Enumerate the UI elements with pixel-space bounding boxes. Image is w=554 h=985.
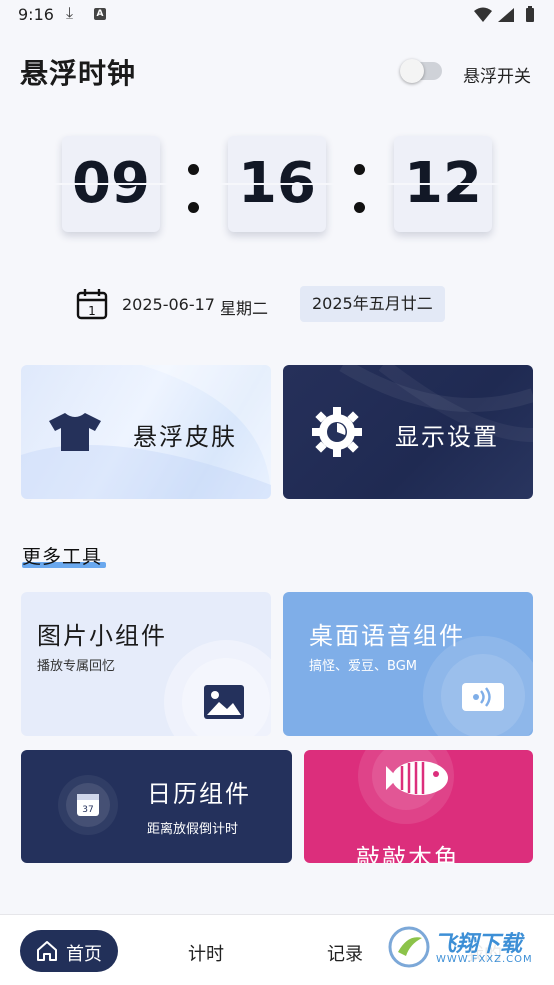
clock-seconds: 12 xyxy=(386,136,500,232)
calendar-icon: 1 xyxy=(76,289,108,320)
clock-colon xyxy=(187,158,201,218)
float-skin-card[interactable]: 悬浮皮肤 xyxy=(21,365,271,499)
signal-icon xyxy=(498,8,514,22)
nav-timer[interactable]: 计时 xyxy=(188,940,224,966)
photo-widget-subtitle: 播放专属回忆 xyxy=(37,659,116,674)
watermark-url: WWW.FXXZ.COM xyxy=(436,954,533,965)
voice-widget-subtitle: 搞怪、爱豆、BGM xyxy=(309,659,417,674)
voice-widget-card[interactable]: 桌面语音组件 搞怪、爱豆、BGM xyxy=(283,592,533,736)
status-time: 9:16 xyxy=(18,5,54,24)
watermark-logo-icon xyxy=(388,926,430,968)
page-title: 悬浮时钟 xyxy=(20,57,137,90)
home-icon xyxy=(37,941,57,961)
nav-records[interactable]: 记录 xyxy=(327,940,363,966)
notification-badge-icon: A xyxy=(94,8,106,20)
calendar-day: 1 xyxy=(88,304,96,318)
nav-home-label: 首页 xyxy=(66,944,102,965)
wooden-fish-title: 敲敲木鱼 xyxy=(356,844,460,863)
image-icon xyxy=(204,685,244,719)
clock-minutes: 16 xyxy=(220,136,334,232)
status-icons xyxy=(474,6,534,22)
clock-hours: 09 xyxy=(54,136,168,232)
float-toggle[interactable] xyxy=(400,59,442,83)
voice-icon xyxy=(462,683,504,711)
display-settings-card[interactable]: 显示设置 xyxy=(283,365,533,499)
more-tools-title: 更多工具 xyxy=(22,546,103,568)
wooden-fish-icon xyxy=(386,761,448,795)
voice-widget-title: 桌面语音组件 xyxy=(309,622,465,650)
gear-icon xyxy=(312,407,362,457)
current-weekday: 星期二 xyxy=(220,299,269,318)
calendar-icon-text: 37 xyxy=(82,805,93,815)
lunar-date-badge: 2025年五月廿二 xyxy=(300,286,445,322)
clock-colon xyxy=(353,158,367,218)
calendar-widget-card[interactable]: 37 日历组件 距离放假倒计时 xyxy=(21,750,292,863)
battery-icon xyxy=(526,8,534,22)
nav-home[interactable]: 首页 xyxy=(20,930,118,972)
photo-widget-card[interactable]: 图片小组件 播放专属回忆 xyxy=(21,592,271,736)
wooden-fish-card[interactable]: 敲敲木鱼 xyxy=(304,750,533,863)
float-toggle-label: 悬浮开关 xyxy=(463,67,531,87)
status-bar: 9:16 ⤓ A xyxy=(0,0,554,30)
calendar-widget-title: 日历组件 xyxy=(147,780,251,808)
calendar-widget-subtitle: 距离放假倒计时 xyxy=(147,822,239,837)
tshirt-icon xyxy=(49,413,101,451)
download-icon: ⤓ xyxy=(66,3,74,22)
toggle-knob[interactable] xyxy=(400,59,424,83)
current-date: 2025-06-17 xyxy=(122,295,215,314)
photo-widget-title: 图片小组件 xyxy=(37,622,167,650)
calendar-icon: 37 xyxy=(58,775,118,835)
display-settings-label: 显示设置 xyxy=(395,423,499,451)
watermark: 飞翔下载 WWW.FXXZ.COM xyxy=(388,924,548,970)
float-skin-label: 悬浮皮肤 xyxy=(133,423,237,451)
wifi-icon xyxy=(474,7,492,22)
